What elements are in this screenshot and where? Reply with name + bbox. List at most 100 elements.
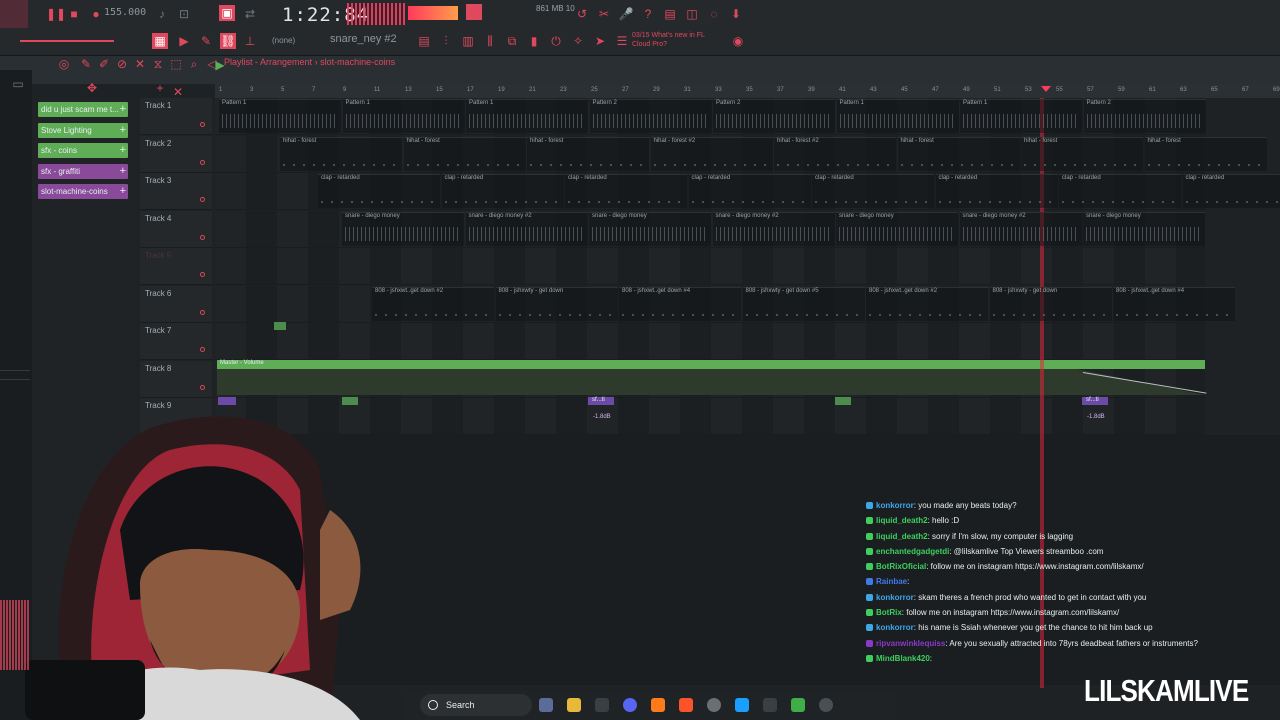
pattern-clip[interactable]: hihat - forest	[1021, 136, 1143, 171]
plug-icon[interactable]: ⏻	[548, 33, 564, 49]
add-track-icon[interactable]: +	[152, 80, 168, 96]
track-header[interactable]: Track 7	[140, 323, 212, 360]
brush-tool-icon[interactable]: ✐	[96, 56, 112, 72]
track-header[interactable]: Track 6	[140, 285, 212, 323]
pattern-clip[interactable]: Pattern 1	[836, 99, 959, 133]
pencil-icon[interactable]: ✎	[198, 33, 214, 49]
pattern-clip[interactable]: snare - diego money	[1083, 211, 1205, 246]
pencil-tool-icon[interactable]: ✎	[78, 56, 94, 72]
track-mute-icon[interactable]	[200, 122, 205, 127]
obs-icon[interactable]	[707, 698, 721, 712]
stamp-icon[interactable]: ⊥	[242, 33, 258, 49]
add-icon[interactable]: +	[120, 123, 126, 138]
pattern-clip[interactable]: clap - retarded	[441, 174, 564, 208]
cloud-icon[interactable]: ◉	[730, 33, 746, 49]
automation-clip[interactable]	[217, 360, 1205, 369]
plugin-picker-icon[interactable]: ⧉	[504, 33, 520, 49]
master-volume-slider[interactable]	[20, 40, 114, 42]
pattern-clip[interactable]: 808 - jshxwt..get down #2	[866, 286, 988, 321]
record-icon[interactable]: ●	[88, 6, 104, 22]
pattern-clip[interactable]: snare - diego money #2	[465, 211, 588, 246]
track9-clip[interactable]	[342, 397, 358, 405]
pattern-clip[interactable]: clap - retarded	[565, 174, 687, 208]
playhead-marker[interactable]	[1041, 86, 1051, 92]
pattern-clip[interactable]: 808 - jshxwty - get down #5	[742, 286, 865, 321]
menu-icon[interactable]: ☰	[614, 33, 630, 49]
taskbar-search[interactable]: Search	[420, 694, 532, 716]
chat-icon[interactable]: ◌	[706, 6, 722, 22]
pattern-clip[interactable]: 808 - jshxwt..get down #4	[1113, 286, 1235, 321]
discord-icon[interactable]	[623, 698, 637, 712]
pattern-clip[interactable]: hihat - forest #2	[650, 136, 773, 171]
pattern-clip[interactable]: clap - retarded	[812, 174, 934, 208]
piano-roll-icon[interactable]: ▥	[460, 33, 476, 49]
pattern-clip[interactable]: clap - retarded	[1182, 174, 1280, 208]
pattern-clip[interactable]: Pattern 1	[466, 99, 588, 133]
track-header[interactable]: Track 8	[140, 360, 212, 398]
track-mute-icon[interactable]	[200, 309, 205, 315]
app-icon[interactable]	[791, 698, 805, 712]
none-selector[interactable]: (none)	[272, 36, 295, 45]
save-icon[interactable]: ▤	[662, 6, 678, 22]
arrow-icon[interactable]: ▶	[176, 33, 192, 49]
fl-studio-icon[interactable]	[651, 698, 665, 712]
picker-item[interactable]: Stove Lighting +	[38, 122, 128, 138]
plugin-icon[interactable]: ◫	[684, 6, 700, 22]
mixer-icon[interactable]: ▤	[416, 33, 432, 49]
pattern-clip[interactable]: hihat - forest #2	[774, 136, 896, 171]
metronome-icon[interactable]: ♪	[154, 6, 170, 22]
pattern-song-icon[interactable]: ▣	[219, 5, 235, 21]
track-header[interactable]: Track 5	[140, 248, 212, 285]
pattern-clip[interactable]: 808 - jshxwt..get down #2	[372, 286, 494, 321]
pattern-clip[interactable]: Pattern 1	[960, 99, 1082, 133]
picker-item[interactable]: sfx - coins +	[38, 143, 128, 158]
pattern-clip[interactable]: snare - diego money	[589, 211, 711, 246]
tempo-display[interactable]: 155.000	[104, 7, 146, 21]
pattern-clip[interactable]: hihat - forest	[1144, 136, 1267, 171]
loop-icon[interactable]: ⇄	[242, 6, 258, 22]
pattern-clip[interactable]: clap - retarded	[688, 174, 811, 208]
file-explorer-icon[interactable]	[567, 698, 581, 712]
pattern-clip[interactable]: hihat - forest	[527, 136, 649, 171]
pattern-clip[interactable]: 808 - jshxwty - get down	[495, 286, 618, 321]
news-ticker[interactable]: 03/15 What's new in FL Cloud Pro?	[632, 31, 722, 49]
add-icon[interactable]: +	[120, 164, 126, 179]
undo-icon[interactable]: ↺	[574, 6, 590, 22]
wand-icon[interactable]: ✧	[570, 33, 586, 49]
app-icon[interactable]	[819, 698, 833, 712]
track-header[interactable]: Track 4	[140, 210, 212, 248]
track9-clip[interactable]	[835, 397, 851, 405]
track-mute-icon[interactable]	[200, 347, 205, 352]
track-lane[interactable]	[215, 248, 1205, 285]
picker-item[interactable]: sfx - graffiti +	[38, 163, 128, 179]
pattern-clip[interactable]: 808 - jshxwt..get down #4	[619, 286, 741, 321]
help-icon[interactable]: ?	[640, 6, 656, 22]
pattern-clip[interactable]: Pattern 1	[219, 99, 341, 133]
track-mute-icon[interactable]	[200, 384, 205, 390]
copilot-icon[interactable]	[539, 698, 553, 712]
track-mute-icon[interactable]	[200, 159, 205, 165]
pattern-clip[interactable]: snare - diego money	[836, 211, 958, 246]
track-mute-icon[interactable]	[200, 197, 205, 202]
snap-icon[interactable]: ⊡	[176, 6, 192, 22]
pattern-clip[interactable]: 808 - jshxwty - get down	[989, 286, 1112, 321]
pause-icon[interactable]: ❚❚	[46, 6, 66, 22]
stop-icon[interactable]: ■	[66, 6, 82, 22]
slice-tool-icon[interactable]: ⧖	[150, 56, 166, 72]
pattern-clip[interactable]: snare - diego money #2	[712, 211, 835, 246]
delete-tool-icon[interactable]: ⊘	[114, 56, 130, 72]
brave-icon[interactable]	[679, 698, 693, 712]
browser-icon[interactable]: ⫼	[482, 33, 498, 49]
folder-icon[interactable]: ▭	[10, 76, 26, 92]
pattern-clip[interactable]: hihat - forest	[403, 136, 526, 171]
select-tool-icon[interactable]: ⬚	[168, 56, 184, 72]
add-icon[interactable]: +	[120, 143, 126, 158]
track7-clip[interactable]	[274, 322, 286, 330]
pattern-clip[interactable]: hihat - forest	[897, 136, 1020, 171]
track-lane[interactable]	[215, 323, 1205, 360]
pattern-clip[interactable]: snare - diego money	[342, 211, 464, 246]
target-icon[interactable]: ◎	[56, 56, 72, 72]
mute-tool-icon[interactable]: ✕	[132, 56, 148, 72]
pattern-clip[interactable]: Pattern 2	[589, 99, 712, 133]
pattern-clip[interactable]: clap - retarded	[935, 174, 1058, 208]
